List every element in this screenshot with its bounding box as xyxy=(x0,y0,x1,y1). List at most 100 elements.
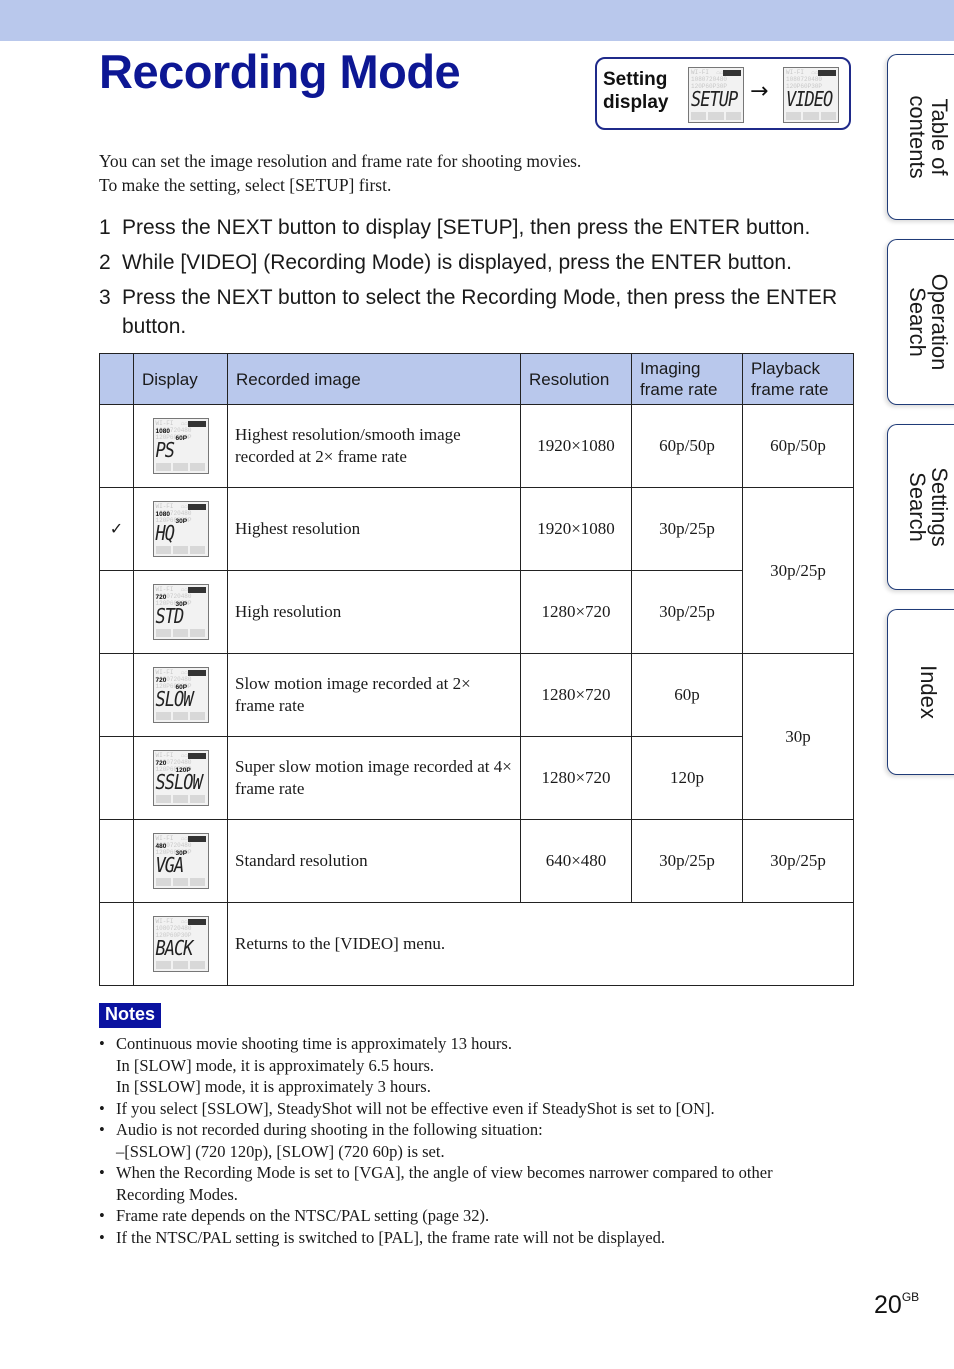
recorded-image-cell: High resolution xyxy=(227,570,521,654)
note-item: • Audio is not recorded during shooting i… xyxy=(99,1119,859,1141)
tab-table-of-contents[interactable]: Table of contents xyxy=(887,54,954,220)
lcd-mode-text: VGA xyxy=(155,854,185,878)
note-text: If you select [SSLOW], SteadyShot will n… xyxy=(116,1098,715,1118)
lcd-screen-icon: WI-FI ⌂⌂ 1080720480 120P60P30P 720 60P SLOW xyxy=(152,667,209,723)
battery-icon xyxy=(187,836,206,842)
lcd-text: VIDEO xyxy=(786,88,833,112)
playback-frame-rate-cell: 30p/25p xyxy=(742,819,854,903)
lcd-text: SETUP xyxy=(691,88,738,112)
tab-operation-search[interactable]: Operation Search xyxy=(887,239,954,405)
step-number: 1 xyxy=(99,216,111,239)
lcd-screen-icon: WI-FI ⌂⌂ 1080720480 120P60P30P 480 30P VGA xyxy=(152,833,209,889)
imaging-frame-rate-cell: 30p/25p xyxy=(631,570,743,654)
display-cell: WI-FI ⌂⌂ 1080720480 120P60P30P 480 30P VGA xyxy=(133,819,228,903)
recorded-image-cell: Highest resolution xyxy=(227,487,521,571)
table-row: WI-FI ⌂⌂ 1080720480 120P60P30P 480 30P VGA S… xyxy=(99,819,854,903)
note-item: • Continuous movie shooting time is appro… xyxy=(99,1033,859,1055)
notes-badge: Notes xyxy=(99,1003,162,1028)
display-cell: WI-FI ⌂⌂ 1080720480 120P60P30P 720 30P STD xyxy=(133,570,228,654)
imaging-frame-rate-cell: 30p/25p xyxy=(631,487,743,571)
note-item: Recording Modes. xyxy=(99,1184,859,1206)
note-text: If the NTSC/PAL setting is switched to [… xyxy=(116,1227,666,1247)
display-cell: WI-FI ⌂⌂ 1080720480 120P60P30P 1080 30P HQ xyxy=(133,487,228,571)
page-number: 20GB xyxy=(874,1290,919,1320)
check-cell xyxy=(99,404,134,488)
lcd-screen-icon: WI-FI ⌂⌂ 1080720480 120P60P30P 720 30P STD xyxy=(152,584,209,640)
bullet-icon: • xyxy=(99,1098,105,1118)
header-recorded-image: Recorded image xyxy=(227,353,521,405)
lcd-resolution: 1080 xyxy=(155,511,170,518)
note-item: • When the Recording Mode is set to [VGA]… xyxy=(99,1162,859,1184)
notes-list: • Continuous movie shooting time is appro… xyxy=(99,1033,859,1248)
table-row: ✓ WI-FI ⌂⌂ 1080720480 120P60P30P 1080 30P HQ… xyxy=(99,487,854,654)
lcd-mode-text: HQ xyxy=(155,522,176,546)
playback-frame-rate-cell: 60p/50p xyxy=(742,404,854,488)
dash-glyph: – xyxy=(116,1141,125,1161)
lcd-resolution: 1080 xyxy=(155,428,170,435)
note-item: – [SSLOW] (720 120p), [SLOW] (720 60p) i… xyxy=(99,1141,859,1163)
recorded-image-cell: Standard resolution xyxy=(227,819,521,903)
lcd-resolution: 720 xyxy=(155,760,167,767)
recorded-image-cell: Super slow motion image recorded at 4× f… xyxy=(227,736,521,820)
bullet-icon: • xyxy=(99,1206,105,1225)
check-cell xyxy=(99,653,134,737)
step-item: 1 Press the NEXT button to display [SETUP… xyxy=(99,213,859,242)
note-text: In [SLOW] mode, it is approximately 6.5 … xyxy=(116,1055,435,1075)
battery-icon xyxy=(187,421,206,427)
bullet-icon: • xyxy=(99,1034,105,1053)
battery-icon xyxy=(187,670,206,676)
resolution-cell: 1280×720 xyxy=(520,570,632,654)
setting-label-line2: display xyxy=(603,92,669,113)
playback-frame-rate-cell: 30p xyxy=(742,653,854,820)
battery-icon xyxy=(187,919,206,925)
step-number: 3 xyxy=(99,286,111,309)
step-number: 2 xyxy=(99,251,111,274)
battery-icon xyxy=(187,504,206,510)
lcd-resolution: 480 xyxy=(155,843,167,850)
table-header-row: Display Recorded image Resolution Imagin… xyxy=(99,353,854,405)
lcd-mode-text: BACK xyxy=(155,937,194,961)
tab-label: Table of contents xyxy=(904,95,952,179)
table-row: WI-FI ⌂⌂ 1080720480 120P60P30P BACK Return… xyxy=(99,902,854,986)
header-imaging-frame-rate: Imaging frame rate xyxy=(631,353,743,405)
table-row: WI-FI ⌂⌂ 1080720480 120P60P30P 720 60P SLOW… xyxy=(99,653,854,820)
recording-mode-table: Display Recorded image Resolution Imagin… xyxy=(99,353,854,986)
note-text: Continuous movie shooting time is approx… xyxy=(116,1034,512,1053)
resolution-cell: 1280×720 xyxy=(520,653,632,737)
lcd-mode-text: SLOW xyxy=(155,688,194,712)
step-item: 2 While [VIDEO] (Recording Mode) is displ… xyxy=(99,248,859,277)
battery-icon xyxy=(818,70,836,76)
battery-icon xyxy=(187,753,206,759)
intro-line: To make the setting, select [SETUP] firs… xyxy=(99,175,392,195)
tab-index[interactable]: Index xyxy=(887,609,954,775)
playback-frame-rate-cell: 30p/25p xyxy=(742,487,854,654)
note-text: Frame rate depends on the NTSC/PAL setti… xyxy=(116,1206,490,1225)
resolution-cell: 1920×1080 xyxy=(520,404,632,488)
imaging-frame-rate-cell: 60p xyxy=(631,653,743,737)
bullet-icon: • xyxy=(99,1163,105,1182)
note-text: [SSLOW] (720 120p), [SLOW] (720 60p) is … xyxy=(124,1141,445,1161)
imaging-frame-rate-cell: 120p xyxy=(631,736,743,820)
recorded-image-cell: Returns to the [VIDEO] menu. xyxy=(227,902,854,986)
check-cell xyxy=(99,819,134,903)
lcd-resolution: 720 xyxy=(155,677,167,684)
recorded-image-cell: Highest resolution/smooth image recorded… xyxy=(227,404,521,488)
header-band xyxy=(0,0,954,41)
bullet-icon: • xyxy=(99,1227,105,1247)
recorded-image-cell: Slow motion image recorded at 2× frame r… xyxy=(227,653,521,737)
lcd-rate: 30P xyxy=(175,518,188,525)
note-item: In [SSLOW] mode, it is approximately 3 h… xyxy=(99,1076,859,1098)
lcd-mode-text: PS xyxy=(155,439,176,463)
lcd-screen-icon: WI-FI ⌂⌂ 1080720480 120P60P30P 720 120P SSL… xyxy=(152,750,209,806)
tab-label: Index xyxy=(915,665,941,719)
setting-label-line1: Setting xyxy=(603,69,668,90)
header-playback-frame-rate: Playback frame rate xyxy=(742,353,854,405)
lcd-rate: 60P xyxy=(175,435,188,442)
page-number-suffix: GB xyxy=(901,1290,920,1304)
intro-line: You can set the image resolution and fra… xyxy=(99,151,582,171)
dash-icon xyxy=(99,1141,116,1163)
tab-settings-search[interactable]: Settings Search xyxy=(887,424,954,590)
